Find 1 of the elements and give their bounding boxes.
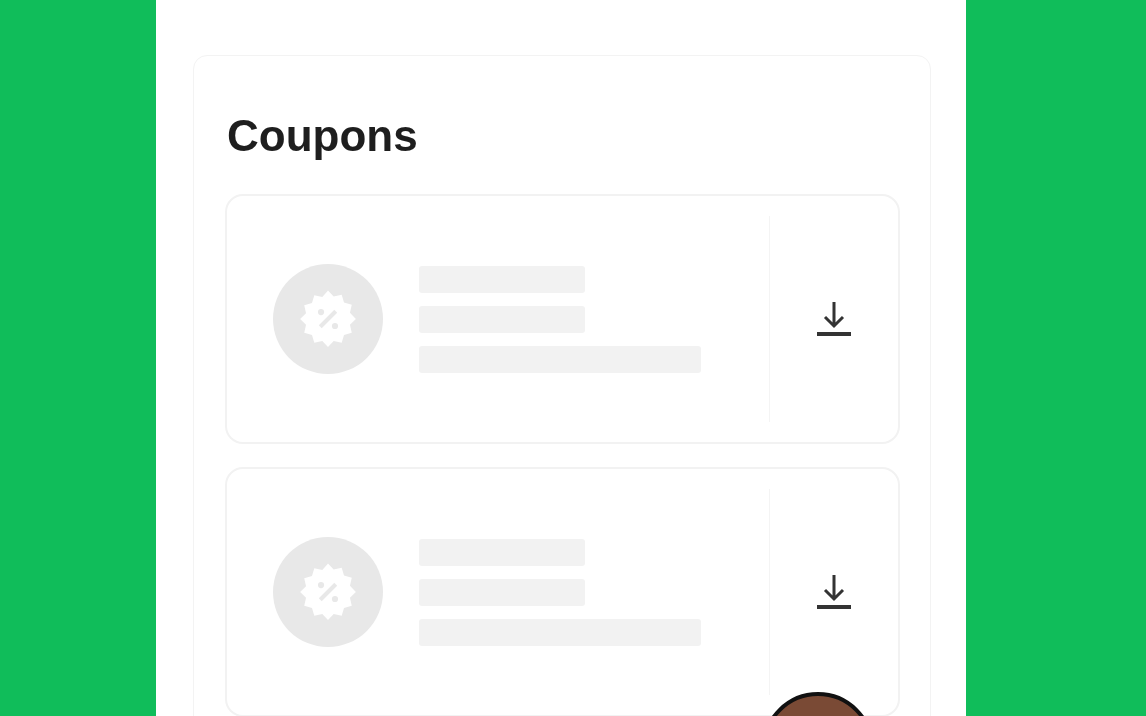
section-title: Coupons	[227, 114, 419, 158]
